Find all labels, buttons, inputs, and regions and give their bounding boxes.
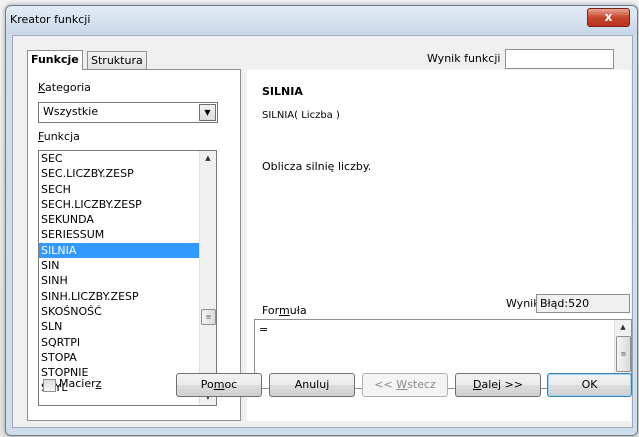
function-signature: SILNIA( Liczba )	[262, 110, 340, 121]
list-item[interactable]: SKOŚNOŚĆ	[39, 304, 199, 319]
list-item[interactable]: SILNIA	[39, 242, 199, 259]
list-item[interactable]: SECH.LICZBY.ZESP	[39, 197, 199, 212]
function-description: Oblicza silnię liczby.	[262, 160, 372, 173]
cancel-button[interactable]: Anuluj	[269, 373, 355, 397]
function-name: SILNIA	[262, 85, 303, 98]
list-item[interactable]: SERIESSUM	[39, 227, 199, 242]
tab-funkcje[interactable]: Funkcje	[27, 50, 83, 70]
close-icon: x	[604, 10, 613, 24]
function-details-panel: SILNIA SILNIA( Liczba ) Oblicza silnię l…	[247, 70, 632, 421]
scroll-up-icon[interactable]: ▲	[615, 320, 631, 335]
list-item[interactable]: SEC.LICZBY.ZESP	[39, 166, 199, 181]
tab-struktura[interactable]: Struktura	[87, 51, 147, 69]
list-item[interactable]: SEC	[39, 151, 199, 166]
tab-funkcje-label: Funkcje	[31, 53, 79, 66]
window-title: Kreator funkcji	[10, 13, 91, 26]
macierz-label: Macierz	[59, 377, 102, 390]
title-bar[interactable]: Kreator funkcji x	[6, 6, 637, 34]
help-button[interactable]: Pomoc	[176, 373, 262, 397]
list-item[interactable]: SINH.LICZBY.ZESP	[39, 289, 199, 304]
formula-result-field: Błąd:520	[536, 294, 630, 313]
list-item[interactable]: SLN	[39, 319, 199, 334]
list-item[interactable]: SINH	[39, 273, 199, 288]
list-item[interactable]: SEKUNDA	[39, 212, 199, 227]
list-item[interactable]: SIN	[39, 258, 199, 273]
wynik-funkcji-label: Wynik funkcji	[427, 52, 501, 65]
tab-struktura-label: Struktura	[91, 54, 143, 67]
formula-text: =	[259, 323, 269, 336]
list-item[interactable]: SQRTPI	[39, 335, 199, 350]
function-list[interactable]: SEC SEC.LICZBY.ZESP SECH SECH.LICZBY.ZESP SE…	[38, 150, 217, 406]
list-item[interactable]: STOPA	[39, 350, 199, 365]
formula-result-value: Błąd:520	[540, 297, 590, 310]
back-button[interactable]: << Wstecz	[362, 373, 448, 397]
kategoria-label: Kategoria	[38, 81, 91, 94]
scrollbar-thumb[interactable]: ≡	[201, 309, 216, 325]
function-list-scrollbar[interactable]: ▲ ≡ ▼	[199, 151, 216, 405]
wynik-funkcji-field	[505, 49, 614, 69]
dialog-content: Funkcje Struktura Kategoria Wszystkie ▼ …	[12, 35, 633, 428]
close-button[interactable]: x	[587, 8, 630, 27]
next-button[interactable]: Dalej >>	[455, 373, 541, 397]
list-item[interactable]: SECH	[39, 182, 199, 197]
ok-button[interactable]: OK	[547, 373, 632, 397]
macierz-checkbox[interactable]	[43, 379, 56, 392]
function-wizard-dialog: Kreator funkcji x Funkcje Struktura Kate…	[5, 5, 638, 436]
funkcja-label: Funkcja	[38, 130, 80, 143]
scroll-up-icon[interactable]: ▲	[200, 151, 216, 166]
function-list-items: SEC SEC.LICZBY.ZESP SECH SECH.LICZBY.ZESP SE…	[39, 151, 199, 396]
scrollbar-thumb[interactable]: ≡	[616, 336, 631, 372]
formula-label: Formuła	[262, 304, 307, 317]
chevron-down-icon[interactable]: ▼	[199, 104, 216, 121]
wynik-label: Wynik	[506, 297, 540, 310]
kategoria-selected-value: Wszystkie	[43, 105, 99, 118]
kategoria-select[interactable]: Wszystkie ▼	[38, 102, 218, 123]
